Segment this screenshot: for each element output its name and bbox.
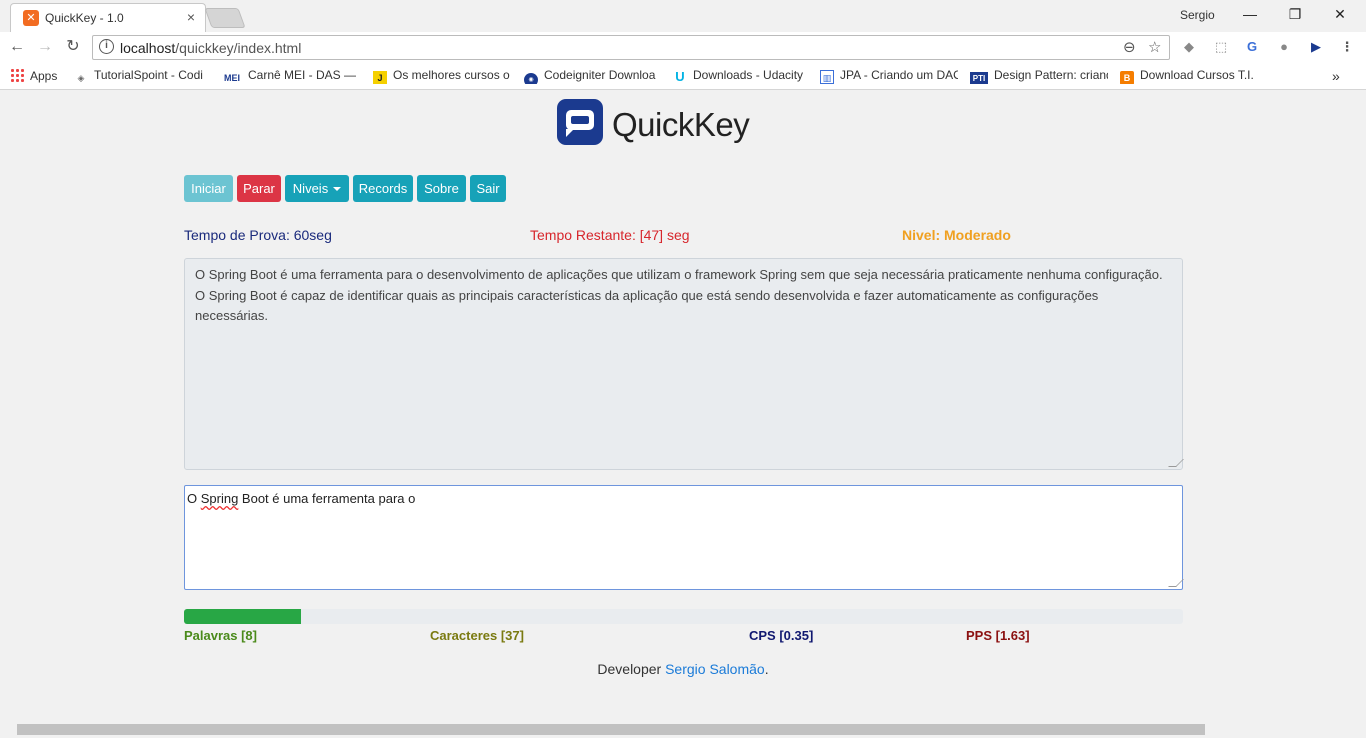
address-bar[interactable]: i localhost/quickkey/index.html ⊖ ☆ <box>92 35 1170 60</box>
horizontal-scrollbar[interactable] <box>0 721 1366 738</box>
scrollbar-thumb[interactable] <box>17 724 1205 735</box>
reference-text: O Spring Boot é uma ferramenta para o de… <box>195 267 1163 323</box>
tempo-prova: Tempo de Prova: 60seg <box>184 227 332 243</box>
pps-value: PPS [1.63] <box>966 628 1030 643</box>
play-extension-icon[interactable]: ▶ <box>1307 38 1325 56</box>
progress-fill <box>184 609 301 624</box>
profile-button[interactable]: Sergio <box>1180 8 1215 22</box>
sobre-button[interactable]: Sobre <box>417 175 466 202</box>
tempo-restante: Tempo Restante: [47] seg <box>530 227 690 243</box>
pti-icon: PTI <box>970 72 988 84</box>
back-icon[interactable]: ← <box>6 36 28 58</box>
url-text: localhost/quickkey/index.html <box>120 40 302 56</box>
misspelled-word: Spring <box>200 491 239 506</box>
menu-kebab-icon[interactable]: ⋮ <box>1338 38 1356 56</box>
bookmarks-bar: Apps ◈ TutorialSpoint - Codi MEI Carnê MEI… <box>0 62 1366 90</box>
tab-title: QuickKey - 1.0 <box>45 11 124 25</box>
extension-icon[interactable]: ● <box>1275 38 1293 56</box>
bookmark-carne-mei[interactable]: MEI Carnê MEI - DAS — P <box>222 68 360 84</box>
zoom-icon[interactable]: ⊖ <box>1123 38 1136 56</box>
info-icon[interactable]: i <box>99 39 114 54</box>
restore-icon[interactable]: ❐ <box>1275 4 1315 24</box>
typed-text-rest: Boot é uma ferramenta para o <box>238 491 416 506</box>
records-button[interactable]: Records <box>353 175 413 202</box>
niveis-dropdown[interactable]: Niveis <box>285 175 349 202</box>
mei-icon: MEI <box>223 73 240 83</box>
bookmark-codeigniter[interactable]: ◉ Codeigniter Downloa <box>524 68 660 84</box>
minimize-icon[interactable]: — <box>1230 4 1270 24</box>
resize-handle-icon[interactable] <box>1168 579 1184 587</box>
sair-button[interactable]: Sair <box>470 175 506 202</box>
bookmark-design-pattern[interactable]: PTI Design Pattern: criand <box>970 68 1108 84</box>
tab-close-icon[interactable]: × <box>187 9 195 25</box>
nivel-label: Nivel: Moderado <box>902 227 1011 243</box>
new-tab-button[interactable] <box>204 8 246 28</box>
browser-tab[interactable]: ✕ QuickKey - 1.0 × <box>10 3 206 32</box>
bookmark-download-cursos[interactable]: B Download Cursos T.I. <box>1120 68 1260 84</box>
browser-toolbar: ← → ↻ i localhost/quickkey/index.html ⊖ … <box>0 32 1366 62</box>
jpa-icon: ▥ <box>820 70 834 84</box>
apps-grid-icon <box>10 68 24 82</box>
chat-bubble-icon <box>557 99 603 145</box>
resize-handle-icon[interactable] <box>1168 459 1184 467</box>
cps-value: CPS [0.35] <box>749 628 814 643</box>
footer-prefix: Developer <box>597 661 666 677</box>
parar-button[interactable]: Parar <box>237 175 281 202</box>
bookmark-tutorialspoint[interactable]: ◈ TutorialSpoint - Codi <box>74 68 212 84</box>
close-window-icon[interactable]: ✕ <box>1320 4 1360 24</box>
translate-icon[interactable]: G <box>1243 38 1261 56</box>
logo-text: QuickKey <box>612 106 750 143</box>
more-bookmarks-icon[interactable]: » <box>1332 68 1340 84</box>
caracteres-count: Caracteres [37] <box>430 628 524 643</box>
footer-suffix: . <box>764 661 769 677</box>
typing-input[interactable]: O Spring Boot é uma ferramenta para o <box>184 485 1184 590</box>
palavras-count: Palavras [8] <box>184 628 257 643</box>
author-link[interactable]: Sergio Salomão <box>665 661 765 677</box>
pdf-extension-icon[interactable]: ⬚ <box>1212 38 1230 56</box>
tutorialspoint-icon: ◈ <box>77 73 85 83</box>
bookmark-apps[interactable]: Apps <box>10 68 57 84</box>
udacity-icon: U <box>675 69 685 84</box>
bookmark-jpa-dao[interactable]: ▥ JPA - Criando um DAO <box>820 68 958 84</box>
title-bar: ✕ QuickKey - 1.0 × Sergio — ❐ ✕ <box>0 0 1366 32</box>
footer: Developer Sergio Salomão. <box>0 661 1366 677</box>
bookmark-udacity[interactable]: U Downloads - Udacity <box>673 68 813 84</box>
forward-icon[interactable]: → <box>34 36 56 58</box>
cursos-icon: J <box>373 71 387 84</box>
dropbox-icon[interactable]: ◆ <box>1180 38 1198 56</box>
niveis-label: Niveis <box>292 181 329 196</box>
caret-down-icon <box>333 187 342 191</box>
blogger-icon: B <box>1120 71 1134 84</box>
reload-icon[interactable]: ↻ <box>62 36 84 58</box>
bookmark-melhores-cursos[interactable]: J Os melhores cursos o <box>373 68 511 84</box>
codeigniter-icon: ◉ <box>524 73 538 84</box>
xampp-favicon-icon: ✕ <box>23 10 39 26</box>
progress-bar <box>184 609 1183 624</box>
typed-text-start: O <box>187 491 201 506</box>
iniciar-button[interactable]: Iniciar <box>184 175 233 202</box>
bookmark-star-icon[interactable]: ☆ <box>1148 38 1161 56</box>
reference-text-area: O Spring Boot é uma ferramenta para o de… <box>184 258 1184 470</box>
